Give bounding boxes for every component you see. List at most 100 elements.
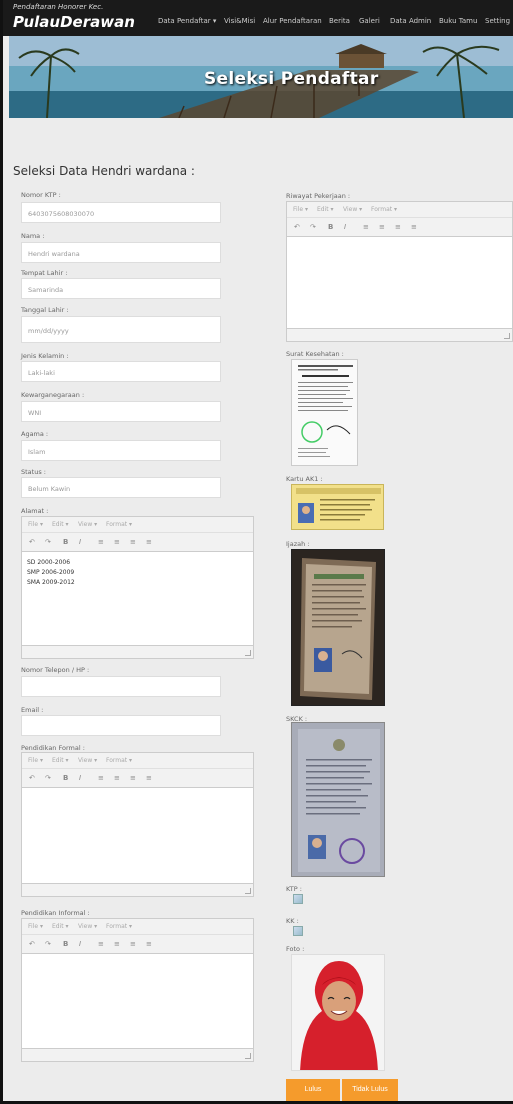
ktp-input[interactable]: 6403075608030070 (21, 202, 221, 223)
agama-input[interactable]: Islam (21, 440, 221, 461)
align-left-icon[interactable]: ≡ (98, 774, 104, 782)
italic-icon[interactable]: I (79, 940, 81, 948)
telepon-label: Nomor Telepon / HP : (21, 666, 90, 674)
align-right-icon[interactable]: ≡ (130, 538, 136, 546)
broken-image-icon[interactable] (293, 894, 303, 904)
align-right-icon[interactable]: ≡ (395, 223, 401, 231)
align-center-icon[interactable]: ≡ (114, 538, 120, 546)
email-input[interactable] (21, 715, 221, 736)
foto-image[interactable] (291, 954, 385, 1071)
alamat-editor[interactable]: File ▾ Edit ▾ View ▾ Format ▾ ↶ ↷ B I ≡ … (21, 516, 254, 659)
nav-buku-tamu[interactable]: Buku Tamu (439, 17, 477, 25)
profile-photo-icon (292, 955, 384, 1070)
menu-edit[interactable]: Edit ▾ (52, 923, 69, 930)
menu-file[interactable]: File ▾ (28, 521, 43, 528)
pendidikan-informal-editor[interactable]: File ▾ Edit ▾ View ▾ Format ▾ ↶ ↷ B I ≡ … (21, 918, 254, 1062)
resize-handle-icon[interactable] (245, 888, 251, 894)
pendidikan-formal-editor[interactable]: File ▾ Edit ▾ View ▾ Format ▾ ↶ ↷ B I ≡ … (21, 752, 254, 897)
menu-format[interactable]: Format ▾ (106, 521, 132, 528)
kewarganegaraan-input[interactable]: WNI (21, 401, 221, 422)
tempat-lahir-label: Tempat Lahir : (21, 269, 68, 277)
resize-handle-icon[interactable] (245, 650, 251, 656)
nav-setting[interactable]: Setting (485, 17, 510, 25)
align-justify-icon[interactable]: ≡ (411, 223, 417, 231)
nav-alur-pendaftaran[interactable]: Alur Pendaftaran (263, 17, 322, 25)
editor-menubar: File ▾ Edit ▾ View ▾ Format ▾ (22, 919, 253, 935)
italic-icon[interactable]: I (344, 223, 346, 231)
align-left-icon[interactable]: ≡ (98, 538, 104, 546)
menu-view[interactable]: View ▾ (78, 923, 97, 930)
undo-icon[interactable]: ↶ (29, 538, 35, 546)
redo-icon[interactable]: ↷ (45, 940, 51, 948)
bold-icon[interactable]: B (328, 223, 333, 231)
bold-icon[interactable]: B (63, 538, 68, 546)
lulus-button[interactable]: Lulus (286, 1079, 340, 1101)
editor-toolbar: ↶ ↷ B I ≡ ≡ ≡ ≡ (22, 935, 253, 954)
bold-icon[interactable]: B (63, 774, 68, 782)
undo-icon[interactable]: ↶ (29, 940, 35, 948)
nama-input[interactable]: Hendri wardana (21, 242, 221, 263)
riwayat-editor[interactable]: File ▾ Edit ▾ View ▾ Format ▾ ↶ ↷ B I ≡ … (286, 201, 513, 342)
redo-icon[interactable]: ↷ (45, 774, 51, 782)
align-center-icon[interactable]: ≡ (379, 223, 385, 231)
surat-kesehatan-label: Surat Kesehatan : (286, 350, 344, 358)
menu-file[interactable]: File ▾ (28, 923, 43, 930)
menu-view[interactable]: View ▾ (343, 206, 362, 213)
ktp-label: Nomor KTP : (21, 191, 61, 199)
menu-file[interactable]: File ▾ (28, 757, 43, 764)
align-justify-icon[interactable]: ≡ (146, 940, 152, 948)
italic-icon[interactable]: I (79, 774, 81, 782)
menu-format[interactable]: Format ▾ (371, 206, 397, 213)
tempat-lahir-input[interactable]: Samarinda (21, 278, 221, 299)
align-justify-icon[interactable]: ≡ (146, 538, 152, 546)
pendidikan-formal-label: Pendidikan Formal : (21, 744, 85, 752)
menu-view[interactable]: View ▾ (78, 757, 97, 764)
menu-format[interactable]: Format ▾ (106, 923, 132, 930)
ijazah-image[interactable] (291, 549, 385, 706)
italic-icon[interactable]: I (79, 538, 81, 546)
jenis-kelamin-input[interactable]: Laki-laki (21, 361, 221, 382)
align-left-icon[interactable]: ≡ (363, 223, 369, 231)
align-justify-icon[interactable]: ≡ (146, 774, 152, 782)
document-photo-icon (298, 729, 380, 872)
brand-logo[interactable]: PulauDerawan (13, 13, 135, 31)
nav-berita[interactable]: Berita (329, 17, 350, 25)
redo-icon[interactable]: ↷ (45, 538, 51, 546)
menu-edit[interactable]: Edit ▾ (317, 206, 334, 213)
align-right-icon[interactable]: ≡ (130, 774, 136, 782)
status-input[interactable]: Belum Kawin (21, 477, 221, 498)
redo-icon[interactable]: ↷ (310, 223, 316, 231)
menu-view[interactable]: View ▾ (78, 521, 97, 528)
email-label: Email : (21, 706, 44, 714)
undo-icon[interactable]: ↶ (29, 774, 35, 782)
pendidikan-informal-content[interactable] (22, 954, 253, 966)
menu-file[interactable]: File ▾ (293, 206, 308, 213)
align-right-icon[interactable]: ≡ (130, 940, 136, 948)
kartu-ak1-image[interactable] (291, 484, 384, 530)
nav-visi-misi[interactable]: Visi&Misi (224, 17, 255, 25)
menu-edit[interactable]: Edit ▾ (52, 521, 69, 528)
nav-data-pendaftar[interactable]: Data Pendaftar ▾ (158, 17, 216, 25)
broken-image-icon[interactable] (293, 926, 303, 936)
menu-edit[interactable]: Edit ▾ (52, 757, 69, 764)
align-center-icon[interactable]: ≡ (114, 940, 120, 948)
alamat-content[interactable]: SD 2000-2006 SMP 2006-2009 SMA 2009-2012 (22, 552, 253, 594)
kk-label: KK : (286, 917, 299, 925)
editor-menubar: File ▾ Edit ▾ View ▾ Format ▾ (22, 753, 253, 769)
riwayat-content[interactable] (287, 237, 512, 249)
skck-image[interactable] (291, 722, 385, 877)
nav-galeri[interactable]: Galeri (359, 17, 380, 25)
menu-format[interactable]: Format ▾ (106, 757, 132, 764)
nav-data-admin[interactable]: Data Admin (390, 17, 431, 25)
pendidikan-formal-content[interactable] (22, 788, 253, 800)
tanggal-lahir-input[interactable]: mm/dd/yyyy (21, 316, 221, 343)
undo-icon[interactable]: ↶ (294, 223, 300, 231)
surat-kesehatan-image[interactable] (291, 359, 358, 466)
resize-handle-icon[interactable] (245, 1053, 251, 1059)
align-center-icon[interactable]: ≡ (114, 774, 120, 782)
tidak-lulus-button[interactable]: Tidak Lulus (342, 1079, 398, 1101)
align-left-icon[interactable]: ≡ (98, 940, 104, 948)
resize-handle-icon[interactable] (504, 333, 510, 339)
telepon-input[interactable] (21, 676, 221, 697)
bold-icon[interactable]: B (63, 940, 68, 948)
